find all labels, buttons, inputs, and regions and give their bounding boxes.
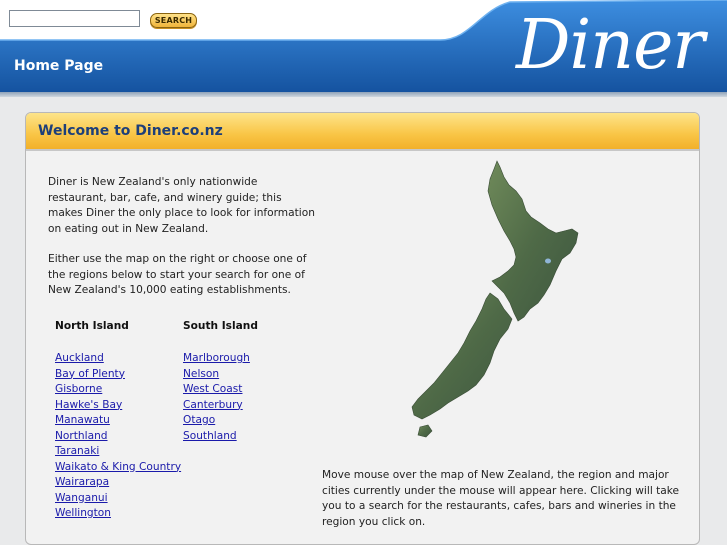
list-item: Waikato & King Country [55,460,181,476]
region-link-taranaki[interactable]: Taranaki [55,445,99,457]
list-item: Southland [183,429,250,445]
region-link-southland[interactable]: Southland [183,430,237,442]
lake-taupo [545,258,551,264]
list-item: Hawke's Bay [55,398,181,414]
new-zealand-map[interactable] [400,159,600,444]
list-item: Canterbury [183,398,250,414]
region-link-manawatu[interactable]: Manawatu [55,414,110,426]
list-item: Otago [183,413,250,429]
region-link-canterbury[interactable]: Canterbury [183,399,243,411]
list-item: Bay of Plenty [55,367,181,383]
welcome-title: Welcome to Diner.co.nz [38,123,223,139]
list-item: Northland [55,429,181,445]
region-link-northland[interactable]: Northland [55,430,108,442]
list-item: Wellington [55,506,181,522]
region-link-auckland[interactable]: Auckland [55,352,104,364]
list-item: Gisborne [55,382,181,398]
list-item: Manawatu [55,413,181,429]
list-item: Taranaki [55,444,181,460]
region-link-wairarapa[interactable]: Wairarapa [55,476,109,488]
welcome-panel-header: Welcome to Diner.co.nz [26,113,699,151]
region-link-nelson[interactable]: Nelson [183,368,219,380]
diner-logo[interactable]: Diner [516,6,705,86]
region-link-west-coast[interactable]: West Coast [183,383,242,395]
north-island-heading: North Island [55,320,129,332]
region-link-waikato[interactable]: Waikato & King Country [55,461,181,473]
region-link-wanganui[interactable]: Wanganui [55,492,108,504]
list-item: Nelson [183,367,250,383]
welcome-panel: Welcome to Diner.co.nz Diner is New Zeal… [25,112,700,545]
instructions-text: Either use the map on the right or choos… [48,253,307,296]
list-item: West Coast [183,382,250,398]
north-island-shape[interactable] [487,160,579,322]
list-item: Marlborough [183,351,250,367]
north-island-regions: Auckland Bay of Plenty Gisborne Hawke's … [55,351,181,522]
region-link-bay-of-plenty[interactable]: Bay of Plenty [55,368,125,380]
region-link-hawkes-bay[interactable]: Hawke's Bay [55,399,122,411]
page-title: Home Page [14,58,104,74]
list-item: Wairarapa [55,475,181,491]
region-link-marlborough[interactable]: Marlborough [183,352,250,364]
south-island-heading: South Island [183,320,258,332]
region-link-wellington[interactable]: Wellington [55,507,111,519]
list-item: Auckland [55,351,181,367]
intro-text: Diner is New Zealand's only nationwide r… [48,176,315,235]
region-link-otago[interactable]: Otago [183,414,215,426]
stewart-island-shape[interactable] [417,424,433,438]
south-island-shape[interactable] [411,292,513,420]
region-link-gisborne[interactable]: Gisborne [55,383,102,395]
list-item: Wanganui [55,491,181,507]
south-island-regions: Marlborough Nelson West Coast Canterbury… [183,351,250,444]
map-instructions-text: Move mouse over the map of New Zealand, … [322,469,680,528]
